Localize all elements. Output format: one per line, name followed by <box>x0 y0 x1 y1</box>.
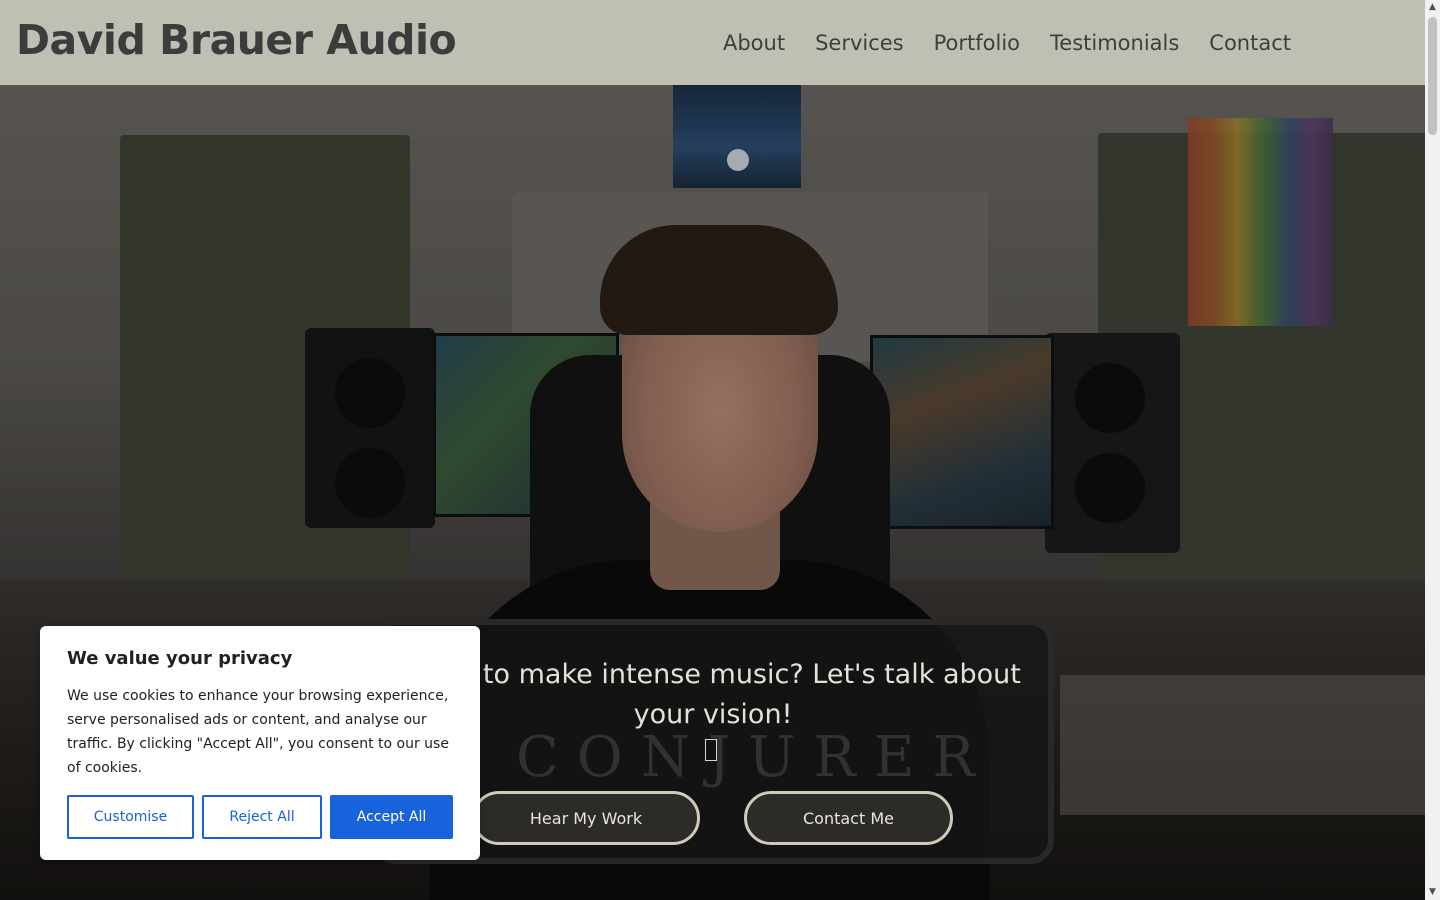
reject-all-button[interactable]: Reject All <box>202 795 322 839</box>
scroll-down-arrow-icon[interactable]: ▼ <box>1425 885 1440 900</box>
hear-my-work-button[interactable]: Hear My Work <box>472 791 700 845</box>
page-scrollbar[interactable]: ▲ ▼ <box>1425 0 1440 900</box>
accept-all-button[interactable]: Accept All <box>330 795 453 839</box>
customise-button[interactable]: Customise <box>67 795 194 839</box>
main-nav: About Services Portfolio Testimonials Co… <box>723 29 1291 57</box>
cookie-banner-text: We use cookies to enhance your browsing … <box>67 688 449 776</box>
nav-testimonials[interactable]: Testimonials <box>1050 29 1179 57</box>
nav-portfolio[interactable]: Portfolio <box>934 29 1020 57</box>
cookie-banner-title: We value your privacy <box>67 648 293 669</box>
nav-contact[interactable]: Contact <box>1209 29 1291 57</box>
scroll-up-arrow-icon[interactable]: ▲ <box>1425 0 1440 15</box>
music-note-icon <box>705 739 717 761</box>
cookie-button-row: Customise Reject All Accept All <box>67 795 453 839</box>
nav-about[interactable]: About <box>723 29 785 57</box>
scrollbar-thumb[interactable] <box>1428 17 1437 135</box>
nav-services[interactable]: Services <box>815 29 904 57</box>
site-logo[interactable]: David Brauer Audio <box>16 14 457 66</box>
cookie-consent-banner: We value your privacy We use cookies to … <box>40 626 480 860</box>
site-header: David Brauer Audio About Services Portfo… <box>0 0 1425 85</box>
contact-me-button[interactable]: Contact Me <box>744 791 953 845</box>
